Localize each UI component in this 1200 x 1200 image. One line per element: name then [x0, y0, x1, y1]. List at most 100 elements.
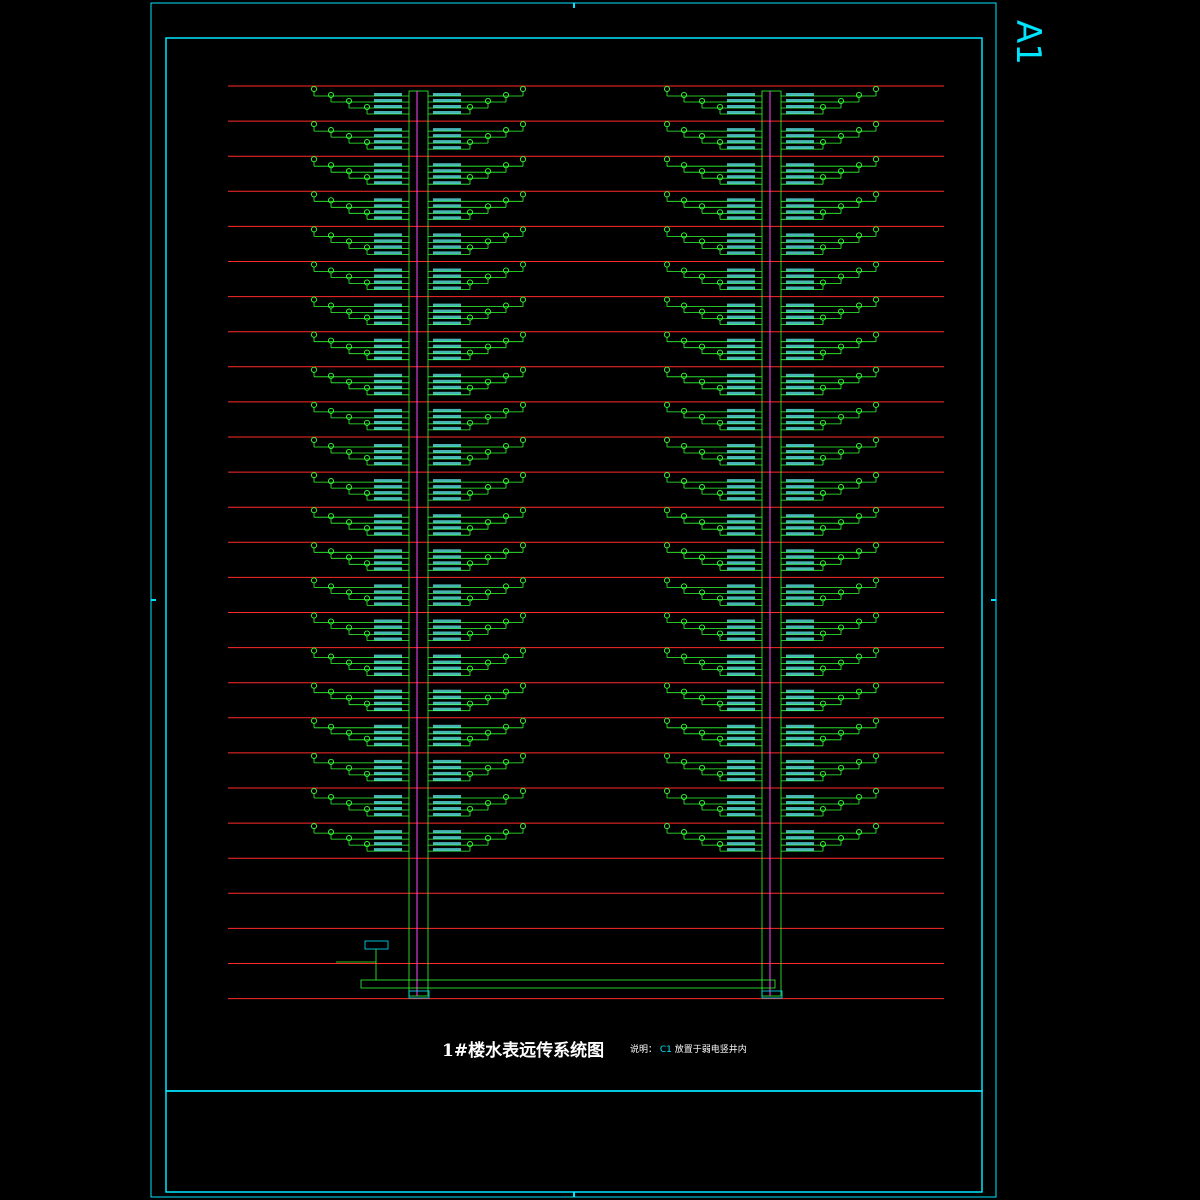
water-meter-symbol [855, 232, 863, 239]
water-meter-symbol [484, 519, 492, 526]
water-meter-symbol [872, 472, 880, 479]
meter-label-mark [727, 813, 755, 816]
meter-label-mark [433, 239, 461, 243]
water-meter-symbol [484, 448, 492, 456]
meter-label-mark [374, 385, 402, 389]
water-meter-symbol [310, 542, 318, 549]
control-box [364, 940, 389, 950]
water-meter-symbol [310, 85, 318, 93]
meter-label-mark [786, 99, 814, 102]
meter-label-mark [727, 163, 755, 167]
water-meter-symbol [680, 688, 688, 695]
water-meter-symbol [466, 139, 474, 146]
meter-label-mark [786, 532, 814, 536]
water-meter-symbol [327, 793, 335, 801]
water-meter-symbol [698, 343, 706, 350]
inner-border [165, 37, 983, 1092]
meter-label-mark [727, 93, 755, 96]
water-meter-symbol [680, 618, 688, 625]
meter-label-mark [374, 286, 402, 290]
water-meter-symbol [502, 127, 510, 134]
meter-label-mark [727, 660, 755, 664]
sheet-size-label: A1 [1008, 20, 1048, 65]
water-meter-symbol [855, 688, 863, 695]
water-meter-symbol [363, 805, 371, 813]
meter-label-mark [727, 134, 755, 138]
water-meter-symbol [327, 829, 335, 836]
meter-label-mark [786, 280, 814, 284]
meter-label-mark [786, 813, 814, 816]
water-meter-symbol [484, 729, 492, 736]
water-meter-symbol [855, 162, 863, 169]
water-meter-symbol [663, 296, 671, 303]
meter-label-mark [433, 777, 461, 781]
water-meter-symbol [663, 331, 671, 338]
water-meter-symbol [519, 156, 527, 163]
water-meter-symbol [466, 349, 474, 356]
water-meter-symbol [819, 841, 827, 848]
meter-label-mark [786, 420, 814, 424]
water-meter-symbol [716, 279, 724, 286]
water-meter-symbol [363, 841, 371, 848]
meter-label-mark [374, 181, 402, 185]
water-meter-symbol [837, 413, 845, 420]
meter-label-mark [433, 561, 461, 565]
water-meter-symbol [663, 577, 671, 584]
meter-label-mark [786, 807, 814, 810]
water-meter-symbol [663, 823, 671, 830]
water-meter-symbol [872, 85, 880, 93]
water-meter-symbol [698, 378, 706, 385]
water-meter-symbol [363, 454, 371, 462]
meter-label-mark [786, 175, 814, 179]
meter-label-mark [374, 736, 402, 740]
water-meter-symbol [855, 793, 863, 801]
water-meter-symbol [519, 296, 527, 303]
meter-label-mark [433, 801, 461, 804]
water-meter-symbol [502, 478, 510, 485]
water-meter-symbol [872, 752, 880, 759]
water-meter-symbol [327, 91, 335, 99]
water-meter-symbol [680, 442, 688, 450]
meter-label-mark [433, 338, 461, 342]
water-meter-symbol [310, 261, 318, 268]
water-meter-symbol [819, 525, 827, 532]
meter-label-mark [433, 169, 461, 173]
water-meter-symbol [327, 723, 335, 730]
meter-label-mark [374, 724, 402, 728]
meter-label-mark [786, 408, 814, 412]
meter-label-mark [374, 444, 402, 447]
water-meter-symbol [519, 542, 527, 549]
water-meter-symbol [698, 97, 706, 105]
meter-label-mark [786, 462, 814, 465]
meter-label-mark [727, 561, 755, 565]
water-meter-symbol [698, 589, 706, 596]
meter-label-mark [727, 654, 755, 658]
meter-label-mark [374, 450, 402, 453]
meter-label-mark [727, 408, 755, 412]
water-meter-symbol [698, 484, 706, 491]
water-meter-symbol [484, 97, 492, 105]
meter-label-mark [727, 707, 755, 711]
meter-label-mark [786, 742, 814, 746]
meter-label-mark [433, 485, 461, 489]
water-meter-symbol [345, 168, 353, 175]
water-meter-symbol [519, 647, 527, 654]
meter-label-mark [433, 140, 461, 144]
meter-label-mark [786, 169, 814, 173]
water-meter-symbol [484, 659, 492, 666]
water-meter-symbol [466, 841, 474, 848]
meter-label-mark [727, 373, 755, 377]
meter-label-mark [374, 274, 402, 278]
water-meter-symbol [345, 764, 353, 771]
water-meter-symbol [855, 548, 863, 555]
meter-label-mark [786, 625, 814, 629]
meter-label-mark [786, 631, 814, 635]
water-meter-symbol [819, 103, 827, 111]
meter-label-mark [727, 555, 755, 559]
meter-label-mark [433, 198, 461, 202]
meter-label-mark [727, 385, 755, 389]
water-meter-symbol [327, 442, 335, 450]
water-meter-symbol [872, 156, 880, 163]
water-meter-symbol [698, 764, 706, 771]
meter-label-mark [433, 695, 461, 699]
